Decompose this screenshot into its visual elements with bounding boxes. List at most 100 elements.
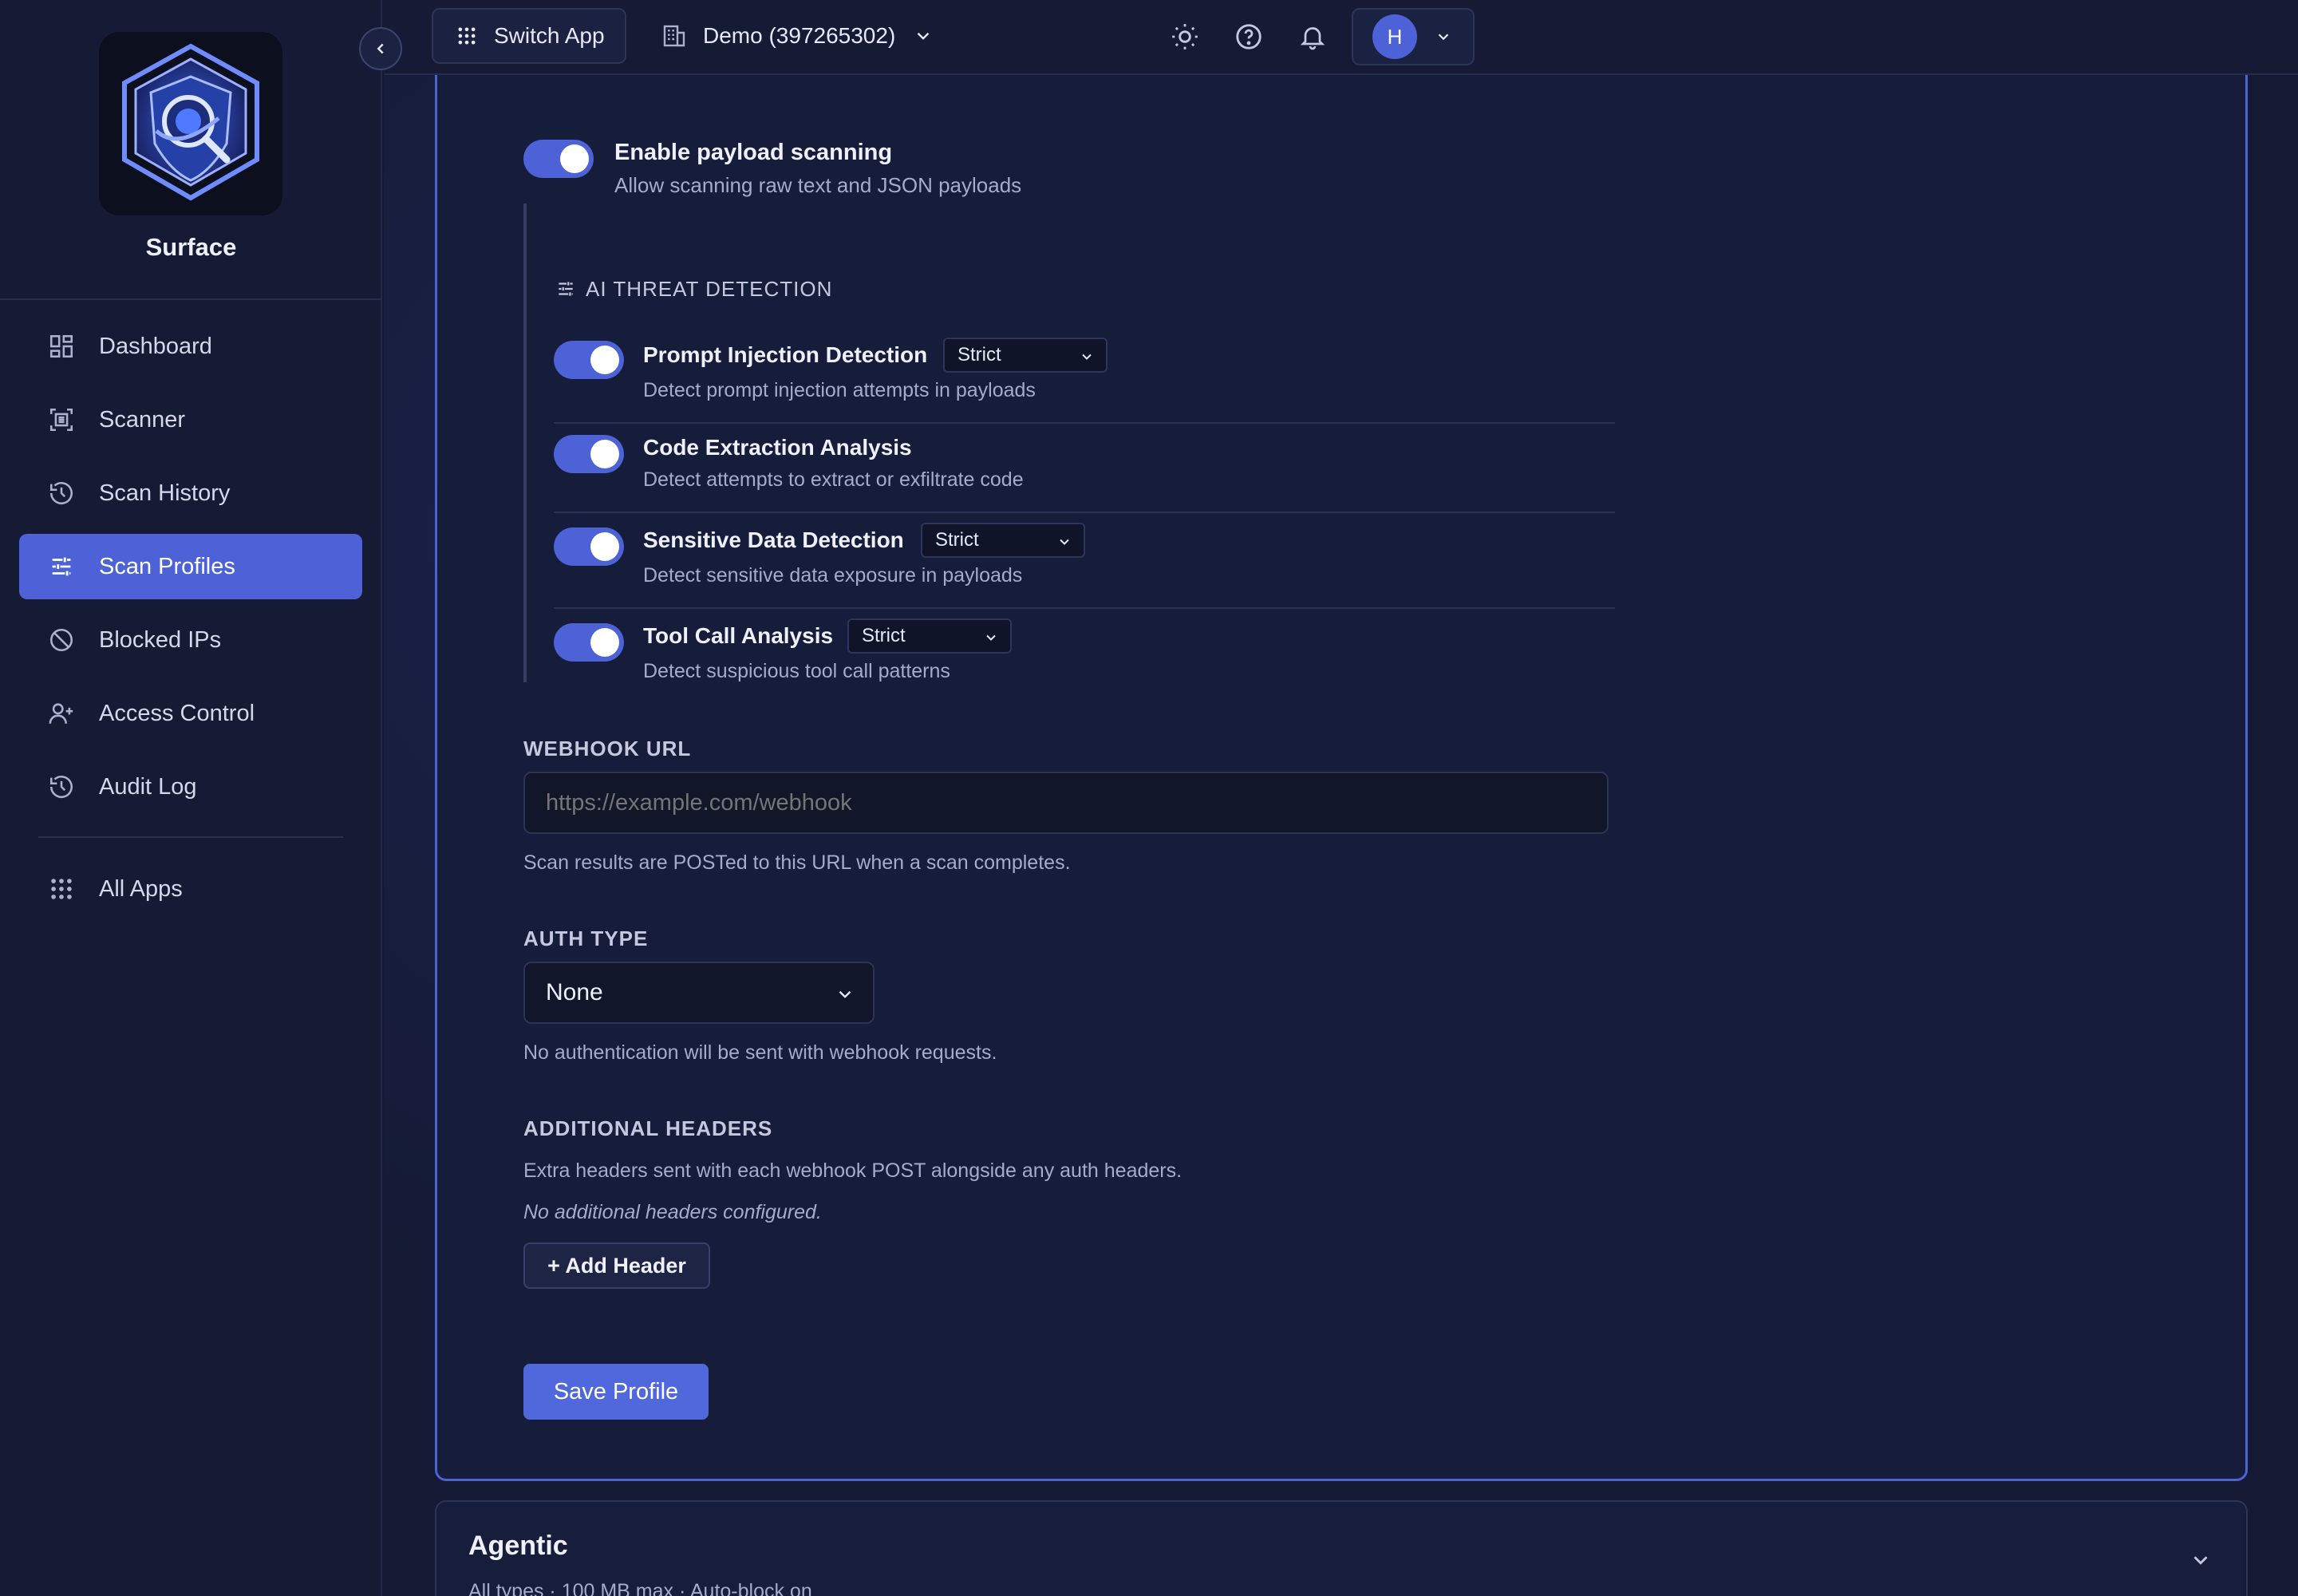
payload-scanning-description: Allow scanning raw text and JSON payload… — [614, 173, 1022, 197]
org-selector[interactable]: Demo (397265302) — [661, 8, 934, 64]
auth-type-select[interactable]: None — [523, 962, 875, 1024]
history-icon — [49, 776, 73, 799]
bell-icon — [1300, 27, 1325, 50]
add-header-button[interactable]: + Add Header — [523, 1242, 710, 1289]
tool-call-toggle[interactable] — [554, 623, 624, 662]
sidebar-item-dashboard[interactable]: Dashboard — [19, 314, 362, 379]
sidebar-item-label: Blocked IPs — [99, 626, 222, 653]
code-extraction-description: Detect attempts to extract or exfiltrate… — [643, 468, 1024, 491]
switch-app-label: Switch App — [494, 23, 605, 48]
brand-logo — [99, 32, 282, 215]
chevron-down-icon — [1060, 539, 1069, 545]
avatar: H — [1372, 14, 1417, 59]
sidebar-item-all-apps[interactable]: All Apps — [19, 856, 362, 922]
toggle-knob — [590, 440, 619, 468]
sidebar-item-scanner[interactable]: Scanner — [19, 387, 362, 452]
auth-help-text: No authentication will be sent with webh… — [523, 1041, 997, 1064]
webhook-url-input[interactable] — [523, 772, 1609, 834]
agentic-profile-card[interactable]: Agentic All types · 100 MB max · Auto-bl… — [435, 1500, 2248, 1596]
toggle-knob — [590, 532, 619, 561]
sidebar-item-label: Scanner — [99, 406, 186, 433]
sensitive-data-level-select[interactable]: Strict — [921, 523, 1085, 558]
chevron-down-icon — [1438, 34, 1449, 41]
grid-icon — [458, 27, 476, 45]
prompt-injection-toggle[interactable] — [554, 341, 624, 379]
brand-name: Surface — [145, 233, 237, 261]
org-name: Demo (397265302) — [703, 23, 896, 48]
sidebar-item-label: All Apps — [99, 875, 183, 902]
building-icon — [663, 25, 685, 47]
user-plus-icon — [49, 703, 73, 724]
sidebar: Surface Dashboard Scanner Scan History S… — [0, 0, 382, 1596]
sidebar-item-audit-log[interactable]: Audit Log — [19, 754, 362, 820]
sidebar-item-access-control[interactable]: Access Control — [19, 681, 362, 746]
select-value: Strict — [862, 625, 906, 646]
code-extraction-toggle[interactable] — [554, 435, 624, 473]
theme-toggle-button[interactable] — [1169, 21, 1201, 53]
sidebar-item-label: Dashboard — [99, 333, 212, 359]
payload-scanning-label: Enable payload scanning — [614, 140, 893, 165]
main-content: Enable payload scanning Allow scanning r… — [384, 75, 2298, 1596]
topbar: Switch App Demo (397265302) H — [384, 0, 2298, 75]
sliders-icon — [52, 557, 71, 576]
prompt-injection-label: Prompt Injection Detection — [643, 342, 928, 367]
chevron-down-icon — [2193, 1556, 2208, 1565]
sidebar-item-scan-history[interactable]: Scan History — [19, 460, 362, 526]
additional-headers-label: ADDITIONAL HEADERS — [523, 1116, 773, 1140]
chevron-down-icon — [1082, 354, 1092, 360]
payload-scanning-toggle[interactable] — [523, 140, 594, 178]
profile-title: Agentic — [468, 1531, 568, 1561]
sidebar-item-label: Scan Profiles — [99, 553, 235, 579]
help-button[interactable] — [1233, 21, 1265, 53]
sensitive-data-description: Detect sensitive data exposure in payloa… — [643, 564, 1023, 587]
sun-icon — [1172, 24, 1198, 49]
grid-icon — [51, 879, 72, 899]
chevron-down-icon — [986, 634, 996, 641]
sensitive-data-toggle[interactable] — [554, 527, 624, 566]
auth-type-label: AUTH TYPE — [523, 926, 649, 950]
chevron-left-icon — [377, 43, 384, 54]
tool-call-description: Detect suspicious tool call patterns — [643, 660, 950, 682]
tool-call-label: Tool Call Analysis — [643, 623, 834, 648]
history-icon — [49, 482, 73, 505]
sidebar-item-label: Scan History — [99, 480, 231, 506]
chevron-down-icon — [839, 990, 851, 998]
prompt-injection-description: Detect prompt injection attempts in payl… — [643, 379, 1036, 401]
profile-summary: All types · 100 MB max · Auto-block on — [468, 1580, 812, 1596]
sidebar-item-label: Audit Log — [99, 773, 197, 800]
row-divider — [554, 422, 1615, 424]
ai-section-title: AI THREAT DETECTION — [586, 277, 833, 301]
code-extraction-label: Code Extraction Analysis — [643, 435, 912, 460]
toggle-knob — [590, 628, 619, 657]
webhook-url-label: WEBHOOK URL — [523, 737, 692, 760]
save-profile-button[interactable]: Save Profile — [523, 1364, 709, 1420]
profile-editor-card: Enable payload scanning Allow scanning r… — [435, 75, 2248, 1481]
toggle-knob — [560, 144, 589, 173]
sidebar-item-scan-profiles[interactable]: Scan Profiles — [19, 534, 362, 599]
sidebar-item-blocked-ips[interactable]: Blocked IPs — [19, 607, 362, 673]
prompt-injection-level-select[interactable]: Strict — [943, 338, 1108, 373]
collapse-sidebar-button[interactable] — [359, 27, 402, 70]
sliders-icon — [559, 282, 573, 296]
sidebar-item-label: Access Control — [99, 700, 255, 726]
headers-help-text: Extra headers sent with each webhook POS… — [523, 1159, 1183, 1182]
help-icon — [1236, 24, 1262, 49]
scanner-icon — [49, 408, 73, 432]
sidebar-divider — [38, 836, 343, 838]
sidebar-divider — [0, 298, 382, 300]
toggle-knob — [590, 346, 619, 374]
select-value: None — [546, 979, 603, 1005]
select-value: Strict — [935, 529, 979, 551]
blocked-icon — [49, 628, 73, 652]
row-divider — [554, 607, 1615, 609]
switch-app-button[interactable]: Switch App — [432, 8, 626, 64]
headers-empty-text: No additional headers configured. — [523, 1201, 822, 1223]
tool-call-level-select[interactable]: Strict — [847, 618, 1012, 654]
sensitive-data-label: Sensitive Data Detection — [643, 527, 904, 552]
notifications-button[interactable] — [1297, 21, 1329, 53]
user-menu-button[interactable]: H — [1352, 8, 1475, 65]
row-divider — [554, 512, 1615, 513]
webhook-help-text: Scan results are POSTed to this URL when… — [523, 851, 1071, 874]
select-value: Strict — [958, 344, 1001, 365]
dashboard-icon — [49, 334, 73, 358]
